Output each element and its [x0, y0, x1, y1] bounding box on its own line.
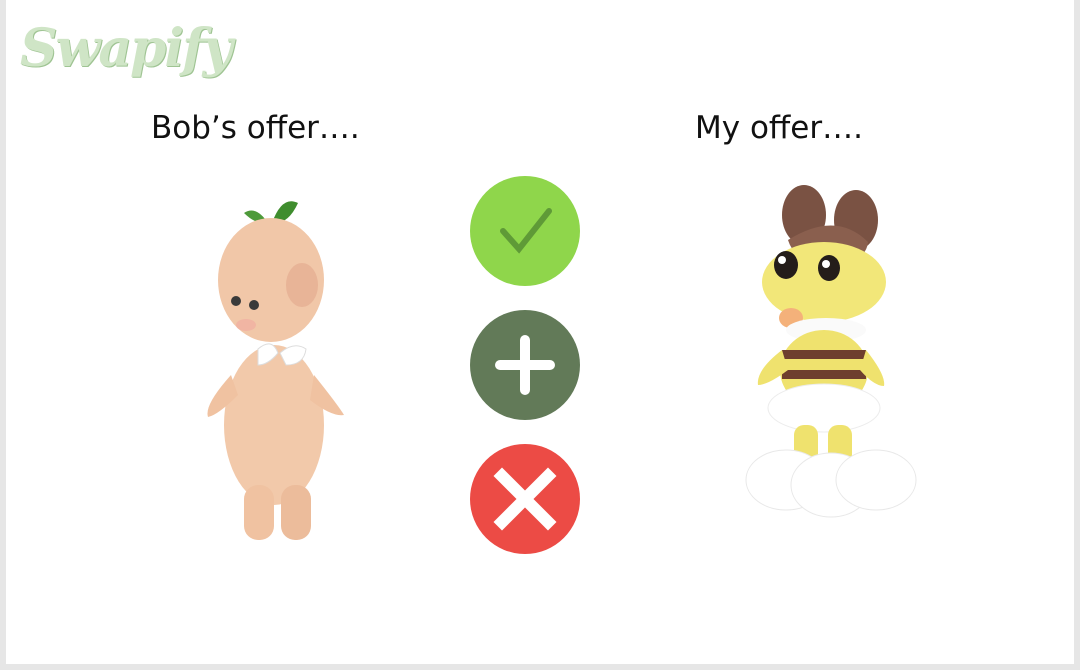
- accept-button[interactable]: [470, 176, 580, 286]
- bob-offer-item-image[interactable]: [186, 195, 356, 545]
- my-offer-item-image[interactable]: [696, 180, 981, 540]
- app-logo: Swapify: [20, 18, 233, 79]
- bob-offer-heading: Bob’s offer….: [151, 110, 360, 146]
- plus-icon: [495, 335, 555, 395]
- trade-screen: Swapify Bob’s offer…. My offer….: [6, 0, 1074, 664]
- close-icon: [493, 467, 557, 531]
- reject-button[interactable]: [470, 444, 580, 554]
- add-button[interactable]: [470, 310, 580, 420]
- checkmark-icon: [500, 208, 552, 254]
- my-offer-heading: My offer….: [695, 110, 863, 146]
